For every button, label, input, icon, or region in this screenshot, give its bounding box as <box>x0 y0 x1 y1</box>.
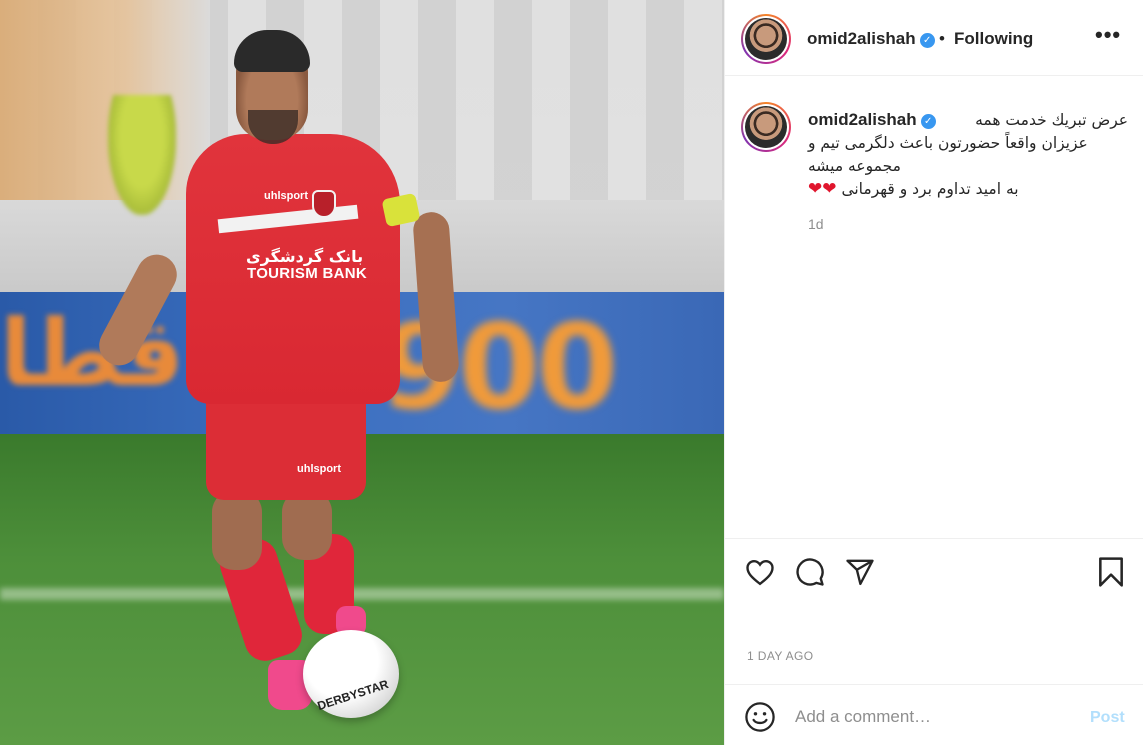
steward-figure <box>108 95 176 215</box>
header-avatar[interactable] <box>741 14 791 64</box>
post-date[interactable]: 1 DAY AGO <box>747 649 814 663</box>
caption-username-text[interactable]: omid2alishah <box>808 110 917 129</box>
caption-line-4-text: به اميد تداوم برد و قهرمانى <box>841 180 1019 198</box>
shirt-sponsor-persian: بانک گردشگری <box>246 247 364 266</box>
pitch-line <box>0 588 724 600</box>
shirt-sponsor-bank: TOURISM BANK <box>247 265 367 282</box>
comment-bubble-icon <box>796 558 824 586</box>
bookmark-icon <box>1099 557 1123 587</box>
post-side-panel: omid2alishah ✓ • Following ••• omid2alish… <box>724 0 1143 745</box>
club-crest-icon <box>312 190 336 218</box>
caption-timestamp[interactable]: 1d <box>808 216 824 232</box>
post-header: omid2alishah ✓ • Following ••• <box>725 0 1143 76</box>
player-right-leg <box>282 490 332 560</box>
red-heart-emoji-icon: ❤❤ <box>808 179 837 199</box>
profile-photo-icon <box>745 106 787 148</box>
shorts-kit-brand: uhlsport <box>297 463 341 475</box>
caption-text: omid2alishah ✓ عرض تبريك خدمت همه عزيزان … <box>808 108 1128 201</box>
emoji-button[interactable] <box>744 701 776 733</box>
header-username[interactable]: omid2alishah ✓ <box>807 29 935 49</box>
comment-bar: Post <box>725 684 1143 745</box>
post-comment-button[interactable]: Post <box>1090 709 1125 727</box>
smiley-icon <box>745 702 775 732</box>
caption-username[interactable]: omid2alishah ✓ <box>808 108 936 131</box>
post-photo[interactable]: قطا 900 DERBYSTAR uhlsport بانک گردشگری … <box>0 0 724 745</box>
player-left-leg <box>212 490 262 570</box>
save-button[interactable] <box>1094 555 1128 589</box>
like-button[interactable] <box>743 555 777 589</box>
verified-badge-icon: ✓ <box>919 33 935 48</box>
share-button[interactable] <box>843 555 877 589</box>
post-actions: 1 DAY AGO <box>725 538 1143 684</box>
caption-line-3: مجموعه ميشه <box>808 157 901 175</box>
post-caption: omid2alishah ✓ عرض تبريك خدمت همه عزيزان … <box>725 76 1143 538</box>
caption-line-4: به اميد تداوم برد و قهرمانى ❤❤ <box>808 178 1128 201</box>
shirt-kit-brand: uhlsport <box>264 190 308 202</box>
more-options-icon[interactable]: ••• <box>1095 22 1121 48</box>
comment-button[interactable] <box>793 555 827 589</box>
caption-avatar[interactable] <box>741 102 791 152</box>
header-separator: • <box>939 29 945 48</box>
heart-icon <box>746 559 774 586</box>
player-shorts <box>206 392 366 500</box>
comment-input[interactable] <box>795 703 1075 731</box>
caption-line-1: عرض تبريك خدمت همه <box>975 111 1128 129</box>
board-number: 900 <box>380 298 618 436</box>
caption-line-2: عزيزان واقعاً حضورتون باعث دلگرمى تيم و <box>808 134 1088 152</box>
following-button[interactable]: Following <box>954 29 1033 49</box>
paper-plane-icon <box>846 559 874 586</box>
header-username-text[interactable]: omid2alishah <box>807 29 916 48</box>
verified-badge-icon: ✓ <box>920 114 936 129</box>
profile-photo-icon <box>745 18 787 60</box>
